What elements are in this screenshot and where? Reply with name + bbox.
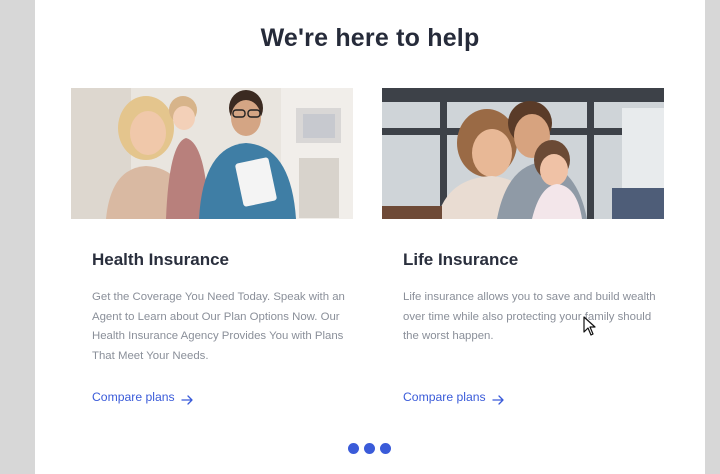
card-title: Health Insurance xyxy=(92,250,229,269)
life-insurance-image xyxy=(382,88,664,219)
doctor-family-photo xyxy=(71,88,353,219)
compare-plans-link[interactable]: Compare plans xyxy=(403,388,505,406)
carousel-dot-1[interactable] xyxy=(348,443,359,454)
carousel-dot-3[interactable] xyxy=(380,443,391,454)
life-insurance-card: Life Insurance Life insurance allows you… xyxy=(382,88,664,418)
health-insurance-image xyxy=(71,88,353,219)
section-title: We're here to help xyxy=(260,24,480,52)
compare-plans-label: Compare plans xyxy=(403,390,486,404)
family-hug-photo xyxy=(382,88,664,219)
help-section: We're here to help Health Insurance Get … xyxy=(35,0,705,474)
mouse-cursor-icon xyxy=(583,316,596,336)
health-insurance-card: Health Insurance Get the Coverage You Ne… xyxy=(71,88,353,418)
card-description: Get the Coverage You Need Today. Speak w… xyxy=(92,291,345,362)
compare-plans-link[interactable]: Compare plans xyxy=(92,388,194,406)
card-description: Life insurance allows you to save and bu… xyxy=(403,291,656,342)
carousel-dots xyxy=(348,443,391,454)
arrow-right-icon xyxy=(181,392,194,405)
arrow-right-icon xyxy=(492,392,505,405)
compare-plans-label: Compare plans xyxy=(92,390,175,404)
card-title: Life Insurance xyxy=(403,250,519,269)
carousel-dot-2[interactable] xyxy=(364,443,375,454)
